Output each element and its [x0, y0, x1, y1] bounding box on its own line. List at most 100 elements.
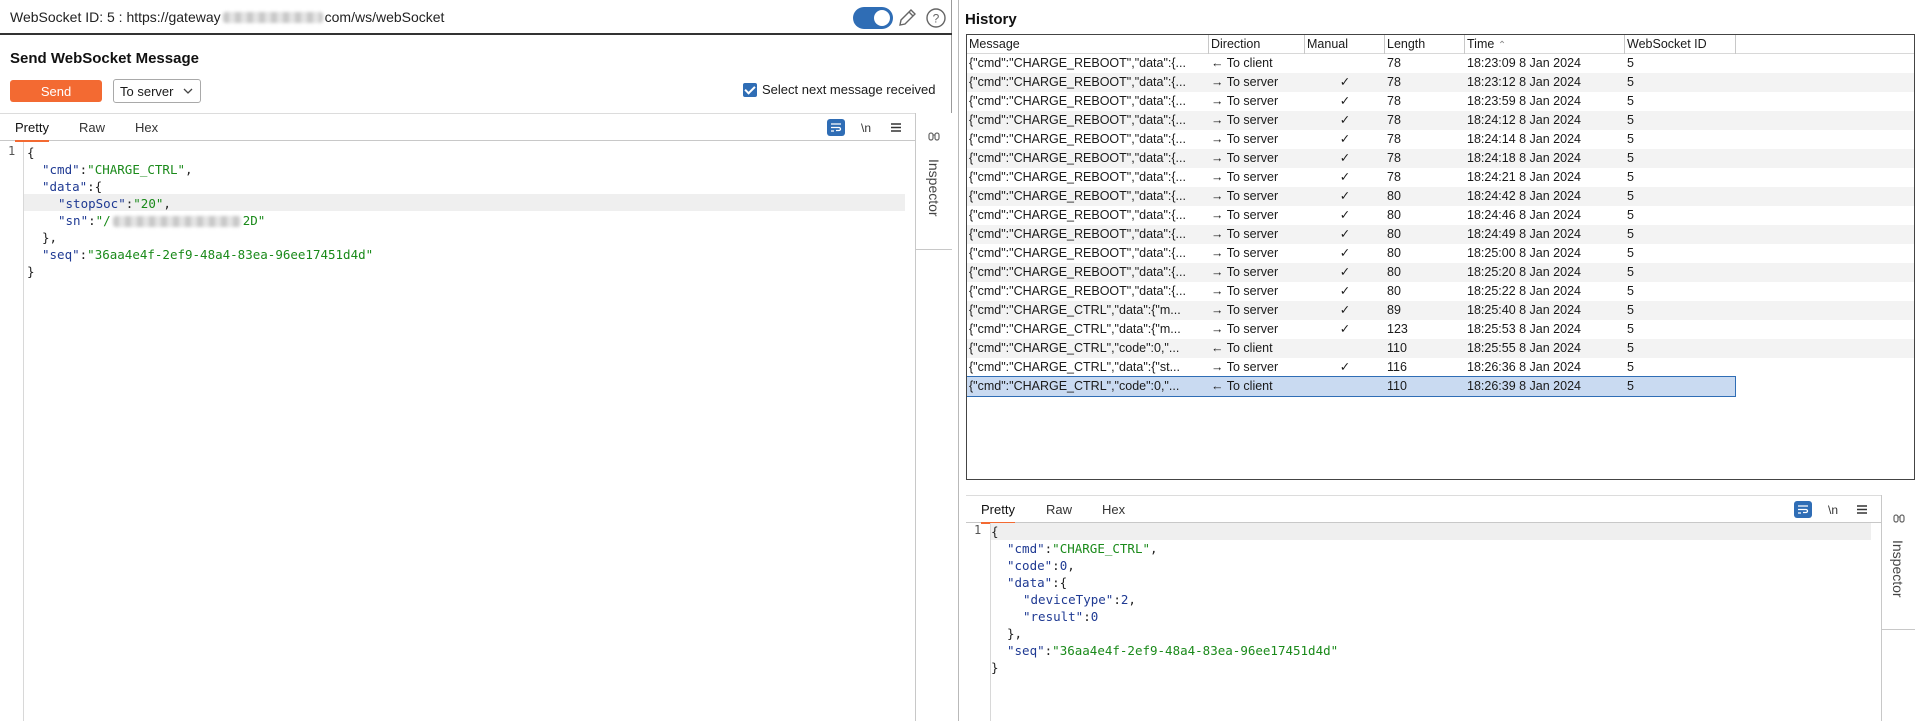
cell-message: {"cmd":"CHARGE_CTRL","data":{"m... — [969, 303, 1181, 317]
table-row[interactable]: {"cmd":"CHARGE_REBOOT","data":{... → To s… — [967, 263, 1914, 282]
redacted-serial — [112, 216, 241, 227]
inspector-panel-left[interactable]: Inspector — [915, 113, 952, 721]
cell-websocket-id: 5 — [1627, 227, 1634, 241]
cell-manual — [1305, 339, 1385, 358]
table-row[interactable]: {"cmd":"CHARGE_CTRL","data":{"st... → To … — [967, 358, 1914, 377]
code-line: "stopSoc":"20", — [58, 196, 171, 211]
cell-manual: ✓ — [1339, 151, 1351, 165]
inspector-icon — [928, 132, 940, 141]
code-line: "seq":"36aa4e4f-2ef9-48a4-83ea-96ee17451… — [42, 247, 374, 262]
table-row[interactable]: {"cmd":"CHARGE_CTRL","code":0,"... ← To c… — [967, 376, 1736, 397]
cell-message: {"cmd":"CHARGE_REBOOT","data":{... — [969, 208, 1186, 222]
cell-websocket-id: 5 — [1627, 265, 1634, 279]
tab-hex[interactable]: Hex — [1102, 502, 1125, 517]
inspector-panel-right[interactable]: Inspector — [1881, 495, 1915, 721]
table-row[interactable]: {"cmd":"CHARGE_REBOOT","data":{... → To s… — [967, 149, 1914, 168]
table-row[interactable]: {"cmd":"CHARGE_REBOOT","data":{... → To s… — [967, 92, 1914, 111]
pane-splitter[interactable] — [958, 0, 959, 721]
cell-time: 18:25:55 8 Jan 2024 — [1467, 341, 1581, 355]
cell-manual: ✓ — [1339, 284, 1351, 298]
word-wrap-icon[interactable] — [1794, 501, 1812, 518]
cell-direction: → To server — [1211, 170, 1279, 184]
table-row[interactable]: {"cmd":"CHARGE_REBOOT","data":{... → To s… — [967, 282, 1914, 301]
redacted-host — [222, 12, 323, 24]
cell-direction: → To server — [1211, 246, 1279, 260]
cell-direction: ← To client — [1211, 56, 1273, 70]
column-header-message[interactable]: Message — [967, 35, 1209, 54]
cell-websocket-id: 5 — [1627, 322, 1634, 336]
cell-length: 110 — [1387, 341, 1407, 355]
cell-manual: ✓ — [1339, 265, 1351, 279]
cell-message: {"cmd":"CHARGE_CTRL","code":0,"... — [969, 379, 1180, 393]
menu-icon[interactable] — [1853, 501, 1871, 518]
websocket-header: WebSocket ID: 5 : https://gateway com/ws/… — [0, 0, 952, 35]
table-row[interactable]: {"cmd":"CHARGE_REBOOT","data":{... → To s… — [967, 130, 1914, 149]
tab-raw[interactable]: Raw — [79, 120, 105, 135]
cell-time: 18:26:36 8 Jan 2024 — [1467, 360, 1581, 374]
column-header-direction[interactable]: Direction — [1209, 35, 1305, 54]
cell-length: 80 — [1387, 284, 1401, 298]
column-header-length[interactable]: Length — [1385, 35, 1465, 54]
cell-length: 80 — [1387, 208, 1401, 222]
table-row[interactable]: {"cmd":"CHARGE_REBOOT","data":{... → To s… — [967, 111, 1914, 130]
send-message-editor[interactable]: 1 { "cmd":"CHARGE_CTRL", "data":{ "stopS… — [0, 142, 915, 721]
cell-length: 80 — [1387, 227, 1401, 241]
code-line: { — [991, 524, 999, 539]
cell-message: {"cmd":"CHARGE_REBOOT","data":{... — [969, 284, 1186, 298]
cell-manual: ✓ — [1339, 94, 1351, 108]
select-next-label: Select next message received — [762, 82, 936, 97]
cell-time: 18:25:53 8 Jan 2024 — [1467, 322, 1581, 336]
cell-manual: ✓ — [1339, 170, 1351, 184]
code-line: { — [27, 145, 35, 160]
table-row[interactable]: {"cmd":"CHARGE_CTRL","data":{"m... → To s… — [967, 320, 1914, 339]
newline-toggle[interactable]: \n — [857, 119, 875, 136]
send-pane: WebSocket ID: 5 : https://gateway com/ws/… — [0, 0, 952, 721]
word-wrap-icon[interactable] — [827, 119, 845, 136]
code-line: "code":0, — [1007, 558, 1075, 573]
message-viewer[interactable]: 1 { "cmd":"CHARGE_CTRL", "code":0, "data… — [966, 523, 1881, 721]
table-row[interactable]: {"cmd":"CHARGE_CTRL","code":0,"... ← To c… — [967, 339, 1914, 358]
cell-message: {"cmd":"CHARGE_REBOOT","data":{... — [969, 227, 1186, 241]
cell-message: {"cmd":"CHARGE_REBOOT","data":{... — [969, 265, 1186, 279]
send-button[interactable]: Send — [10, 80, 102, 102]
tab-pretty[interactable]: Pretty — [15, 120, 49, 142]
help-icon[interactable]: ? — [925, 7, 947, 29]
cell-manual: ✓ — [1339, 75, 1351, 89]
column-header-time[interactable]: Time ⌃ — [1465, 35, 1625, 54]
cell-message: {"cmd":"CHARGE_REBOOT","data":{... — [969, 56, 1186, 70]
column-header-websocket-id[interactable]: WebSocket ID — [1625, 35, 1736, 54]
websocket-url-prefix: WebSocket ID: 5 : https://gateway — [10, 8, 221, 25]
column-header-manual[interactable]: Manual — [1305, 35, 1385, 54]
cell-direction: → To server — [1211, 360, 1279, 374]
cell-length: 78 — [1387, 56, 1401, 70]
cell-direction: → To server — [1211, 113, 1279, 127]
cell-length: 80 — [1387, 265, 1401, 279]
cell-manual: ✓ — [1339, 303, 1351, 317]
cell-length: 78 — [1387, 94, 1401, 108]
direction-select-value: To server — [120, 83, 174, 99]
cell-manual: ✓ — [1339, 246, 1351, 260]
table-row[interactable]: {"cmd":"CHARGE_REBOOT","data":{... → To s… — [967, 187, 1914, 206]
edit-pencil-icon[interactable] — [896, 7, 918, 29]
cell-direction: ← To client — [1211, 341, 1273, 355]
cell-message: {"cmd":"CHARGE_REBOOT","data":{... — [969, 151, 1186, 165]
tab-pretty[interactable]: Pretty — [981, 502, 1015, 524]
table-row[interactable]: {"cmd":"CHARGE_CTRL","data":{"m... → To s… — [967, 301, 1914, 320]
table-row[interactable]: {"cmd":"CHARGE_REBOOT","data":{... → To s… — [967, 244, 1914, 263]
select-next-checkbox[interactable]: Select next message received — [743, 82, 935, 97]
table-row[interactable]: {"cmd":"CHARGE_REBOOT","data":{... → To s… — [967, 168, 1914, 187]
table-row[interactable]: {"cmd":"CHARGE_REBOOT","data":{... → To s… — [967, 206, 1914, 225]
menu-icon[interactable] — [887, 119, 905, 136]
tab-hex[interactable]: Hex — [135, 120, 158, 135]
direction-select[interactable]: To server — [113, 79, 201, 103]
table-row[interactable]: {"cmd":"CHARGE_REBOOT","data":{... → To s… — [967, 73, 1914, 92]
cell-websocket-id: 5 — [1627, 94, 1634, 108]
tab-raw[interactable]: Raw — [1046, 502, 1072, 517]
table-row[interactable]: {"cmd":"CHARGE_REBOOT","data":{... ← To c… — [967, 54, 1914, 73]
intercept-toggle[interactable] — [853, 7, 893, 29]
line-number: 1 — [8, 144, 16, 158]
newline-toggle[interactable]: \n — [1824, 501, 1842, 518]
checkbox-checked-icon[interactable] — [743, 82, 757, 97]
table-row[interactable]: {"cmd":"CHARGE_REBOOT","data":{... → To s… — [967, 225, 1914, 244]
cell-manual: ✓ — [1339, 189, 1351, 203]
